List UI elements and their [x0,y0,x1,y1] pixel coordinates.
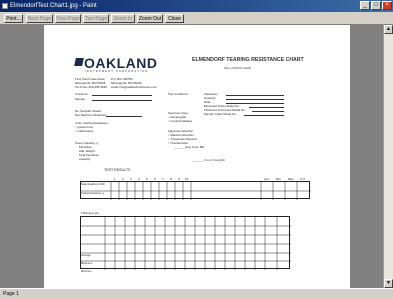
document-subtitle: (Ref. ASTM D-1922) [224,66,252,70]
scale-reading-row-label: Scale Reading (0-100) [81,183,105,186]
results-grid [80,181,311,200]
preview-viewport: OAKLAND INSTRUMENT CORPORATION 1411 Sout… [0,25,383,288]
print-preview-toolbar: Print... Next Page Prev Page Two Page Zo… [0,12,393,25]
capacity-label: Capacity: [79,157,92,161]
company-logo-subtitle: INSTRUMENT CORPORATION [85,70,149,73]
close-preview-button[interactable]: Close [165,14,184,23]
status-bar: Page 1 [0,288,393,299]
test-conditions-label: Test Conditions: [168,92,189,96]
prev-page-button[interactable]: Prev Page [55,14,81,23]
document-title: ELMENDORF TEARING RESISTANCE CHART [192,57,304,63]
oakland-logo-mark [74,58,84,66]
cutter-model-label: Sample Cutter Model No.: [204,112,238,116]
degrees-from-md-label: _______Deg. From MD [174,145,205,149]
two-page-button[interactable]: Two Page [83,14,109,23]
cutter-model-line [244,115,284,116]
scroll-up-arrow-icon[interactable]: ▲ [384,25,393,34]
millinewtons-option: ○ millinewtons [75,129,94,133]
thickness-grid [80,216,291,270]
tearing-resistance-row-label: Tearing Resistance, g [81,192,104,195]
thickness-label: Thickness (in) [81,211,99,215]
window-title: ElmendorfTest Chart1.jpg - Paint [10,3,97,9]
scroll-down-arrow-icon[interactable]: ▼ [384,279,393,288]
minimize-button[interactable]: _ [360,1,370,10]
test-results-heading: TEST RESULTS [104,168,131,172]
sample-label: Sample: [75,97,86,101]
constant-radius-option: ○ Constant Radius [168,119,192,123]
pen-maximum-line [106,116,142,117]
paint-app-icon [2,3,8,9]
cross-direction-label: _______ Cm or Cross Dir. [192,158,226,162]
thickness-model-line [252,111,284,112]
tester-model-line [249,107,284,108]
preview-page: OAKLAND INSTRUMENT CORPORATION 1411 Sout… [44,25,350,288]
results-grid-lines [81,182,311,200]
zoom-out-button[interactable]: Zoom Out [137,14,163,23]
customer-line [92,95,152,96]
maximize-button[interactable]: □ [371,1,381,10]
company-logo: OAKLAND [84,55,158,71]
maximum-row-label: Maximum [81,262,93,265]
sample-line [92,100,152,101]
vertical-scrollbar[interactable]: ▲ ▼ [383,25,393,288]
next-page-button[interactable]: Next Page [26,14,53,23]
close-window-button[interactable]: × [382,1,392,10]
zoom-in-button[interactable]: Zoom In [111,14,135,23]
address-line: Tel & Fax: 800-435-4649 [75,85,107,89]
average-row-label: Average [81,254,91,257]
customer-label: Customer: [75,92,89,96]
print-button[interactable]: Print... [4,14,23,23]
laboratory-line [226,95,284,96]
minimum-row-label: Minimum [81,270,92,273]
operator-line [226,99,284,100]
pen-maximum-label: Pen Maximum Reached: [75,113,107,117]
window-title-bar: ElmendorfTest Chart1.jpg - Paint _ □ × [0,0,393,12]
status-page-text: Page 1 [3,291,19,297]
address-line: email: info@oaklandinstrument.com [111,85,157,89]
thickness-grid-lines [81,217,291,270]
